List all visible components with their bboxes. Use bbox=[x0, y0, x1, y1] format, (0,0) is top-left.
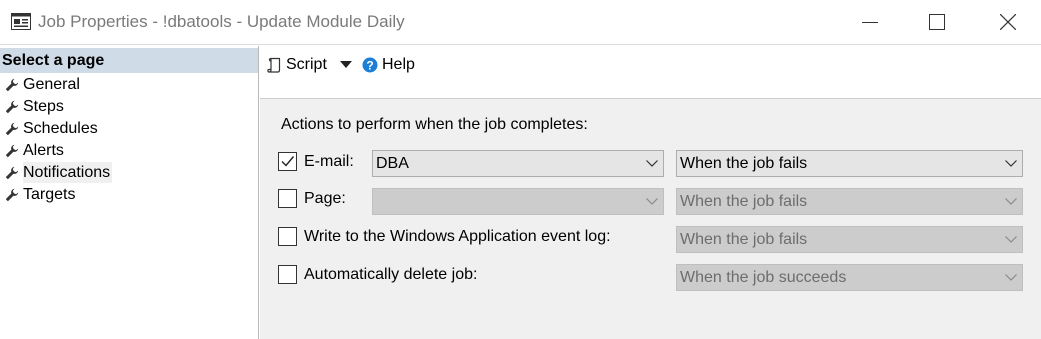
minimize-icon bbox=[862, 22, 878, 23]
email-condition-value: When the job fails bbox=[680, 155, 808, 172]
sidebar-item-label: Alerts bbox=[23, 142, 64, 159]
minimize-button[interactable] bbox=[840, 0, 900, 45]
close-button[interactable] bbox=[978, 0, 1038, 45]
eventlog-checkbox[interactable] bbox=[278, 227, 297, 246]
script-icon bbox=[267, 57, 281, 73]
email-operator-value: DBA bbox=[376, 155, 409, 172]
chevron-down-icon bbox=[646, 198, 658, 205]
help-label: Help bbox=[382, 56, 415, 73]
wrench-icon bbox=[5, 144, 19, 158]
svg-text:?: ? bbox=[366, 59, 373, 73]
sidebar-item-targets[interactable]: Targets bbox=[0, 184, 200, 205]
email-condition-select[interactable]: When the job fails bbox=[676, 150, 1023, 177]
sidebar-item-label: Targets bbox=[23, 186, 76, 203]
eventlog-condition-value: When the job fails bbox=[680, 231, 808, 248]
maximize-icon bbox=[929, 14, 945, 30]
wrench-icon bbox=[5, 122, 19, 136]
email-checkbox[interactable] bbox=[278, 152, 297, 171]
maximize-button[interactable] bbox=[907, 0, 967, 45]
delete-job-checkbox[interactable] bbox=[278, 265, 297, 284]
sidebar-item-label: General bbox=[23, 76, 80, 93]
window-title: Job Properties - !dbatools - Update Modu… bbox=[38, 12, 405, 31]
chevron-down-icon bbox=[1005, 274, 1017, 281]
wrench-icon bbox=[5, 100, 19, 114]
sidebar-item-steps[interactable]: Steps bbox=[0, 96, 200, 117]
sidebar-item-schedules[interactable]: Schedules bbox=[0, 118, 200, 139]
email-operator-select[interactable]: DBA bbox=[372, 150, 664, 177]
script-label: Script bbox=[286, 56, 327, 73]
help-icon: ? bbox=[362, 57, 378, 73]
caret-down-icon[interactable] bbox=[340, 61, 352, 69]
wrench-icon bbox=[5, 188, 19, 202]
title-bar: Job Properties - !dbatools - Update Modu… bbox=[0, 0, 1041, 45]
delete-job-label: Automatically delete job: bbox=[304, 266, 478, 283]
checkmark-icon bbox=[281, 156, 295, 167]
close-icon bbox=[1000, 14, 1016, 30]
chevron-down-icon bbox=[646, 160, 658, 167]
sidebar-item-notifications[interactable]: Notifications bbox=[0, 162, 200, 183]
wrench-icon bbox=[5, 166, 19, 180]
wrench-icon bbox=[5, 78, 19, 92]
page-checkbox[interactable] bbox=[278, 189, 297, 208]
chevron-down-icon bbox=[1005, 160, 1017, 167]
eventlog-label: Write to the Windows Application event l… bbox=[304, 228, 611, 245]
window-app-icon bbox=[11, 13, 31, 30]
page-selector-header: Select a page bbox=[0, 48, 258, 73]
section-label: Actions to perform when the job complete… bbox=[281, 116, 588, 133]
sidebar-item-label: Schedules bbox=[23, 120, 98, 137]
page-selector-panel: Select a page General Steps Schedules Al… bbox=[0, 46, 259, 339]
page-label: Page: bbox=[304, 190, 346, 207]
chevron-down-icon bbox=[1005, 198, 1017, 205]
email-label: E-mail: bbox=[304, 153, 354, 170]
eventlog-condition-select: When the job fails bbox=[676, 226, 1023, 253]
page-operator-select bbox=[372, 188, 664, 215]
sidebar-item-alerts[interactable]: Alerts bbox=[0, 140, 200, 161]
sidebar-item-general[interactable]: General bbox=[0, 74, 200, 95]
toolbar: Script ? Help bbox=[260, 46, 1041, 98]
sidebar-item-label: Steps bbox=[23, 98, 64, 115]
page-condition-value: When the job fails bbox=[680, 193, 808, 210]
notifications-page: Actions to perform when the job complete… bbox=[260, 98, 1041, 339]
chevron-down-icon bbox=[1005, 236, 1017, 243]
delete-job-condition-select: When the job succeeds bbox=[676, 264, 1023, 291]
page-condition-select: When the job fails bbox=[676, 188, 1023, 215]
delete-job-condition-value: When the job succeeds bbox=[680, 269, 847, 286]
sidebar-item-label: Notifications bbox=[23, 162, 113, 183]
